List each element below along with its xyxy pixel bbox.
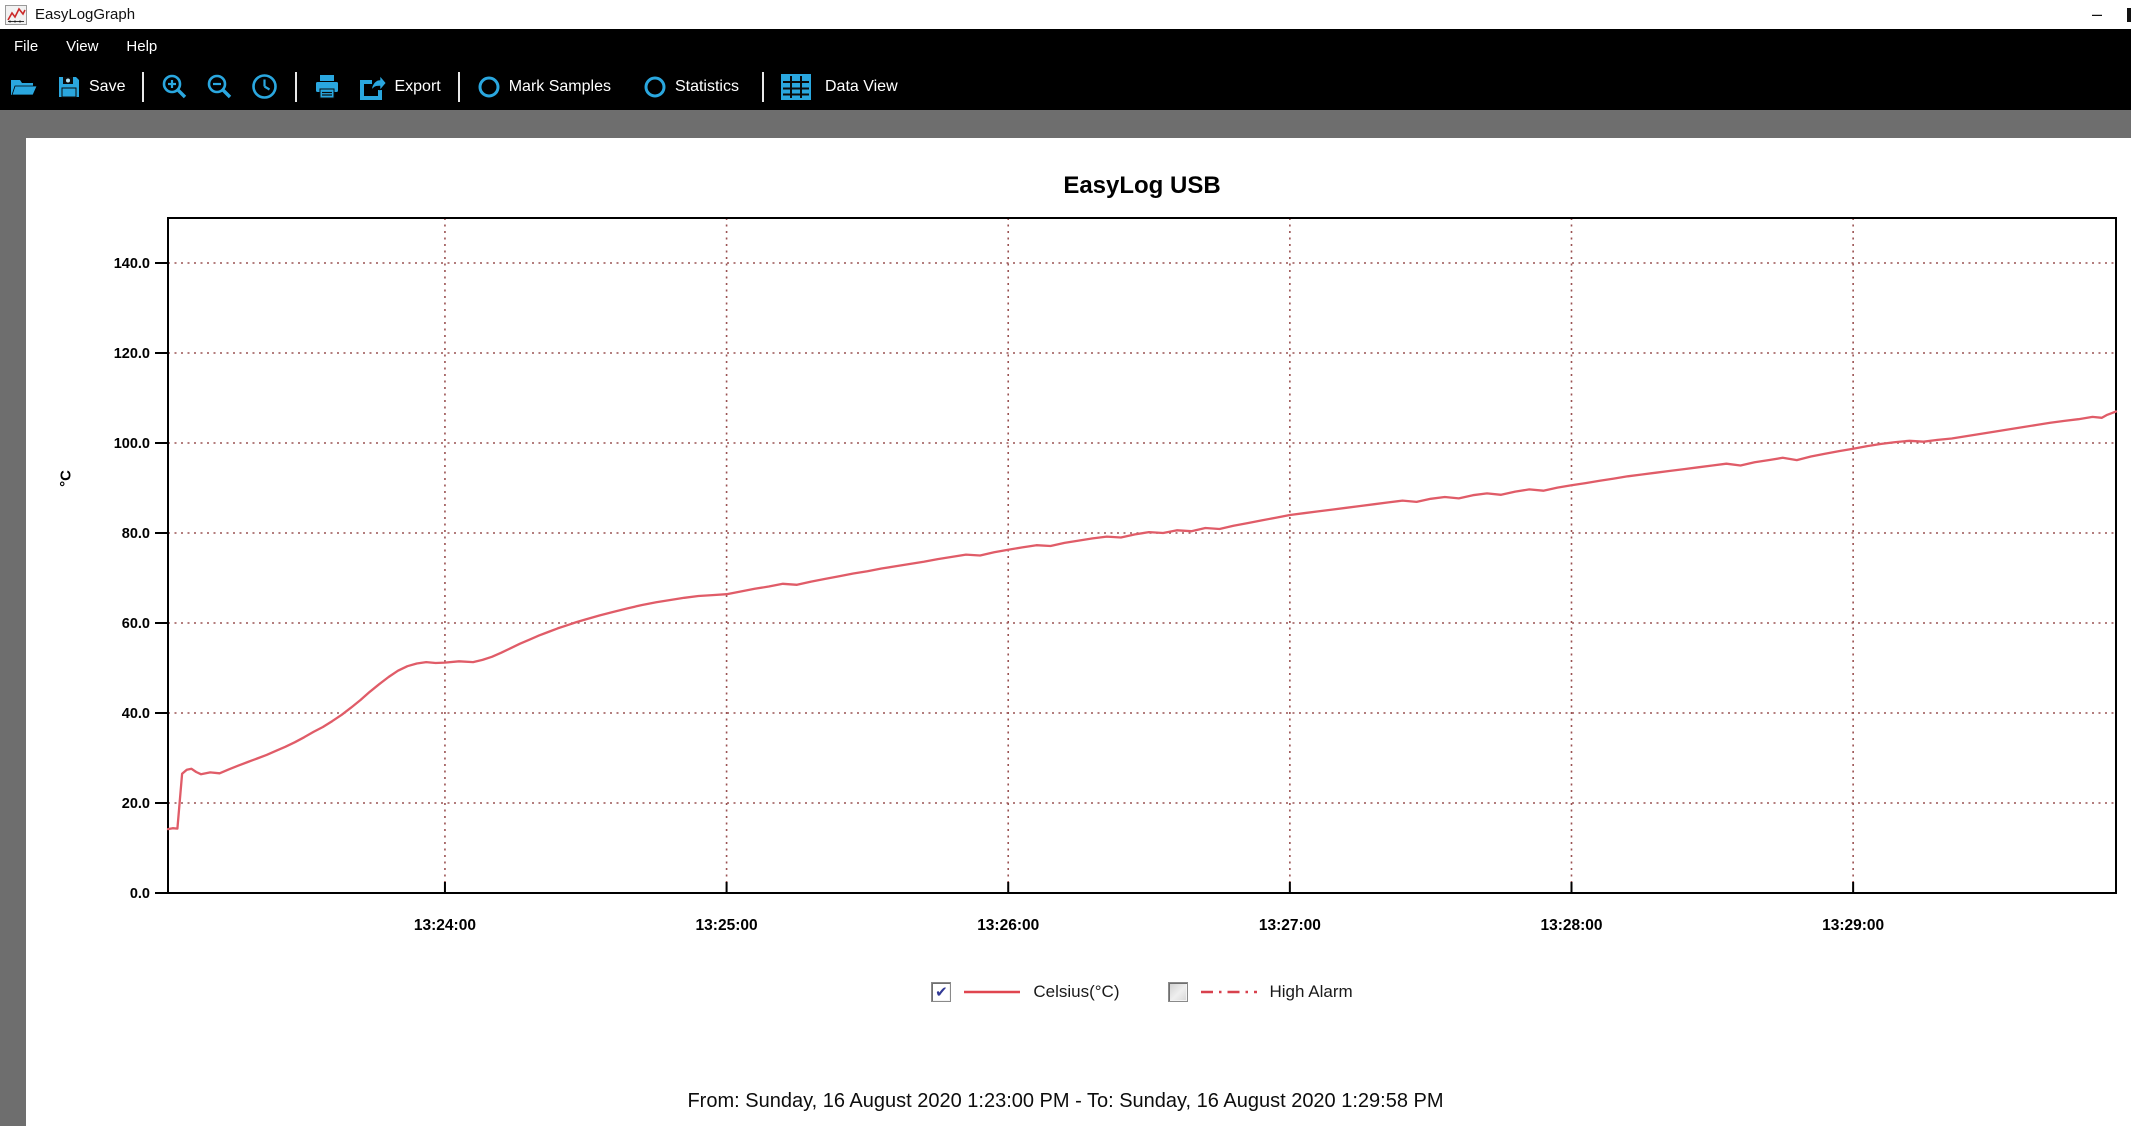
svg-text:20.0: 20.0 bbox=[122, 796, 150, 812]
svg-text:13:24:00: 13:24:00 bbox=[414, 917, 476, 934]
svg-text:140.0: 140.0 bbox=[114, 256, 150, 272]
date-range-footer: From: Sunday, 16 August 2020 1:23:00 PM … bbox=[0, 1090, 2131, 1113]
svg-text:120.0: 120.0 bbox=[114, 346, 150, 362]
legend-entry-high-alarm: ✔ High Alarm bbox=[1168, 982, 1353, 1002]
legend-label-high-alarm: High Alarm bbox=[1270, 982, 1353, 1002]
celsius-checkbox[interactable]: ✔ bbox=[931, 982, 951, 1002]
temperature-line-chart[interactable]: 0.0 20.0 40.0 60.0 80.0 100.0 120.0 140.0 13:24:… bbox=[0, 0, 2131, 1126]
chart-legend: ✔ Celsius(°C) ✔ High Alarm bbox=[168, 972, 2116, 1012]
svg-text:40.0: 40.0 bbox=[122, 706, 150, 722]
svg-text:13:29:00: 13:29:00 bbox=[1822, 917, 1884, 934]
svg-text:100.0: 100.0 bbox=[114, 436, 150, 452]
svg-text:80.0: 80.0 bbox=[122, 526, 150, 542]
legend-entry-celsius: ✔ Celsius(°C) bbox=[931, 982, 1119, 1002]
high-alarm-checkbox[interactable]: ✔ bbox=[1168, 982, 1188, 1002]
svg-text:0.0: 0.0 bbox=[130, 886, 150, 902]
legend-label-celsius: Celsius(°C) bbox=[1033, 982, 1119, 1002]
svg-text:13:28:00: 13:28:00 bbox=[1540, 917, 1602, 934]
celsius-line-sample bbox=[963, 982, 1021, 1002]
svg-text:13:27:00: 13:27:00 bbox=[1259, 917, 1321, 934]
svg-text:13:26:00: 13:26:00 bbox=[977, 917, 1039, 934]
svg-text:13:25:00: 13:25:00 bbox=[696, 917, 758, 934]
high-alarm-line-sample bbox=[1200, 982, 1258, 1002]
svg-text:60.0: 60.0 bbox=[122, 616, 150, 632]
